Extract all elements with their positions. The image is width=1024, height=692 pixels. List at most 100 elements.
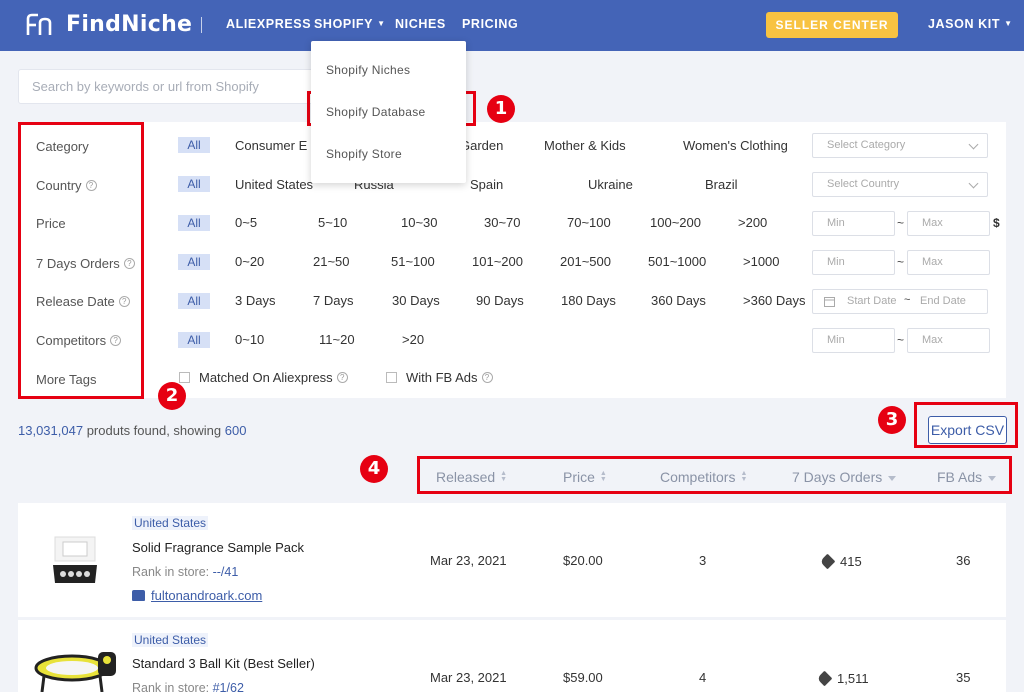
fb-ads-checkbox[interactable]: [386, 372, 397, 383]
nav-shopify[interactable]: SHOPIFY ▼: [314, 17, 386, 31]
user-menu[interactable]: JASON KIT ▼: [928, 17, 1013, 31]
top-navbar: FindNiche ALIEXPRESS SHOPIFY ▼ NICHES PRI…: [0, 0, 1024, 51]
category-option[interactable]: Mother & Kids: [544, 138, 626, 153]
date-separator: ~: [904, 294, 911, 306]
product-released: Mar 23, 2021: [430, 670, 507, 685]
country-option[interactable]: Spain: [470, 177, 503, 192]
product-store-link[interactable]: fultonandroark.com: [132, 588, 262, 603]
country-option[interactable]: United States: [235, 177, 313, 192]
date-option[interactable]: 7 Days: [313, 293, 353, 308]
price-option[interactable]: 100~200: [650, 215, 701, 230]
nav-divider: [201, 17, 202, 33]
country-option[interactable]: Brazil: [705, 177, 738, 192]
orders-option[interactable]: 201~500: [560, 254, 611, 269]
shopify-dropdown-menu: Shopify Niches Shopify Database Shopify …: [311, 41, 466, 183]
price-option[interactable]: 30~70: [484, 215, 521, 230]
menu-shopify-store[interactable]: Shopify Store: [326, 147, 402, 161]
date-option[interactable]: >360 Days: [743, 293, 806, 308]
product-title[interactable]: Standard 3 Ball Kit (Best Seller): [132, 656, 315, 671]
date-option[interactable]: 3 Days: [235, 293, 275, 308]
price-option[interactable]: >200: [738, 215, 767, 230]
product-row[interactable]: United States Solid Fragrance Sample Pac…: [18, 503, 1006, 617]
results-count: 13,031,047 produts found, showing 600: [18, 423, 246, 438]
calendar-icon: [824, 297, 835, 307]
findniche-logo-icon[interactable]: [26, 13, 56, 37]
competitors-max-input[interactable]: Max: [907, 328, 990, 353]
tag-icon: [816, 670, 833, 687]
start-date-input[interactable]: Start Date: [847, 295, 897, 307]
product-image[interactable]: [32, 650, 122, 692]
product-row[interactable]: United States Standard 3 Ball Kit (Best …: [18, 620, 1006, 692]
chevron-down-icon: [968, 139, 979, 150]
product-image[interactable]: [51, 535, 99, 585]
orders-option[interactable]: 501~1000: [648, 254, 706, 269]
product-country: United States: [132, 516, 209, 530]
product-rank: Rank in store: --/41: [132, 565, 238, 579]
matched-aliexpress-checkbox[interactable]: [179, 372, 190, 383]
orders-value: 415: [840, 554, 862, 569]
rank-label: Rank in store:: [132, 681, 210, 692]
competitors-option[interactable]: 11~20: [319, 332, 355, 347]
help-icon[interactable]: ?: [336, 372, 348, 383]
price-option[interactable]: 10~30: [401, 215, 438, 230]
product-competitors[interactable]: 4: [699, 670, 706, 685]
matched-aliexpress-label: Matched On Aliexpress?: [199, 370, 348, 385]
annotation-box-sort-columns: [417, 456, 1012, 494]
price-all-tag[interactable]: All: [178, 215, 210, 231]
price-max-input[interactable]: Max: [907, 211, 990, 236]
competitors-option[interactable]: 0~10: [235, 332, 264, 347]
rank-value: --/41: [212, 565, 239, 579]
annotation-box-filters: [18, 122, 144, 399]
nav-aliexpress[interactable]: ALIEXPRESS: [226, 17, 311, 31]
orders-option[interactable]: 0~20: [235, 254, 264, 269]
store-icon: [132, 590, 145, 601]
menu-shopify-niches[interactable]: Shopify Niches: [326, 63, 410, 77]
product-title[interactable]: Solid Fragrance Sample Pack: [132, 540, 304, 555]
orders-option[interactable]: 51~100: [391, 254, 435, 269]
menu-shopify-database[interactable]: Shopify Database: [326, 105, 426, 119]
category-all-tag[interactable]: All: [178, 137, 210, 153]
price-option[interactable]: 0~5: [235, 215, 257, 230]
annotation-badge-1: 1: [487, 95, 515, 123]
date-option[interactable]: 30 Days: [392, 293, 440, 308]
product-fb-ads[interactable]: 35: [956, 670, 970, 685]
price-min-input[interactable]: Min: [812, 211, 895, 236]
orders-all-tag[interactable]: All: [178, 254, 210, 270]
fb-ads-text: With FB Ads: [406, 370, 478, 385]
orders-option[interactable]: 101~200: [472, 254, 523, 269]
country-select[interactable]: Select Country: [812, 172, 988, 197]
date-option[interactable]: 360 Days: [651, 293, 706, 308]
date-option[interactable]: 90 Days: [476, 293, 524, 308]
country-all-tag[interactable]: All: [178, 176, 210, 192]
orders-max-input[interactable]: Max: [907, 250, 990, 275]
brand-name[interactable]: FindNiche: [66, 12, 192, 37]
nav-niches[interactable]: NICHES: [395, 17, 446, 31]
orders-option[interactable]: 21~50: [313, 254, 350, 269]
country-option[interactable]: Ukraine: [588, 177, 633, 192]
category-option[interactable]: Garden: [460, 138, 503, 153]
seller-center-button[interactable]: SELLER CENTER: [766, 12, 898, 38]
price-option[interactable]: 70~100: [567, 215, 611, 230]
date-all-tag[interactable]: All: [178, 293, 210, 309]
nav-pricing[interactable]: PRICING: [462, 17, 518, 31]
category-select[interactable]: Select Category: [812, 133, 988, 158]
category-select-text: Select Category: [827, 139, 906, 151]
results-showing: 600: [224, 423, 247, 438]
rank-value: #1/62: [212, 681, 244, 692]
competitors-option[interactable]: >20: [402, 332, 424, 347]
orders-min-input[interactable]: Min: [812, 250, 895, 275]
category-option[interactable]: Consumer E: [235, 138, 307, 153]
product-competitors[interactable]: 3: [699, 553, 706, 568]
product-fb-ads[interactable]: 36: [956, 553, 970, 568]
date-range-picker[interactable]: Start Date ~ End Date: [812, 289, 988, 314]
search-input[interactable]: Search by keywords or url from Shopify: [18, 69, 318, 104]
end-date-input[interactable]: End Date: [920, 295, 966, 307]
help-icon[interactable]: ?: [481, 372, 493, 383]
price-option[interactable]: 5~10: [318, 215, 347, 230]
product-price: $59.00: [563, 670, 603, 685]
orders-option[interactable]: >1000: [743, 254, 780, 269]
date-option[interactable]: 180 Days: [561, 293, 616, 308]
competitors-min-input[interactable]: Min: [812, 328, 895, 353]
competitors-all-tag[interactable]: All: [178, 332, 210, 348]
category-option[interactable]: Women's Clothing: [683, 138, 788, 153]
